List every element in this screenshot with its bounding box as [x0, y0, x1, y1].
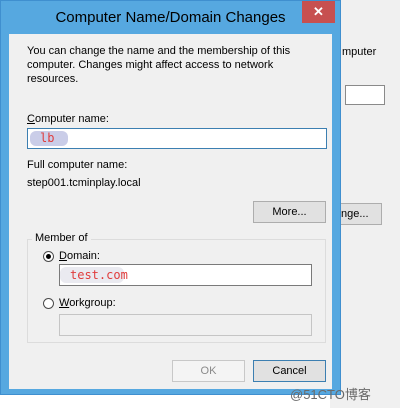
computer-name-value: lb: [40, 131, 55, 145]
computer-name-label: Computer name:: [27, 113, 109, 125]
full-computer-name-label: Full computer name:: [27, 159, 128, 171]
background-window-text: mputer: [342, 46, 377, 58]
workgroup-radio[interactable]: [43, 298, 54, 309]
computer-name-input[interactable]: lb: [27, 128, 327, 149]
domain-value: test.com: [70, 268, 128, 282]
dialog-title: Computer Name/Domain Changes: [55, 9, 286, 26]
more-button[interactable]: More...: [253, 201, 326, 223]
domain-radio[interactable]: [43, 251, 54, 262]
dialog-body: You can change the name and the membersh…: [9, 34, 332, 389]
domain-input[interactable]: test.com: [59, 264, 312, 286]
background-window-input[interactable]: [345, 85, 385, 105]
workgroup-input[interactable]: [59, 314, 312, 336]
close-icon: ✕: [313, 4, 324, 19]
title-bar: Computer Name/Domain Changes ✕: [1, 1, 340, 35]
full-computer-name-value: step001.tcminplay.local: [27, 177, 141, 189]
ok-button[interactable]: OK: [172, 360, 245, 382]
watermark-text: @51CTO博客: [290, 387, 371, 402]
computer-name-dialog: Computer Name/Domain Changes ✕ You can c…: [0, 0, 341, 395]
domain-label: Domain:: [59, 250, 100, 262]
workgroup-label: Workgroup:: [59, 297, 116, 309]
cancel-button[interactable]: Cancel: [253, 360, 326, 382]
close-button[interactable]: ✕: [302, 1, 335, 23]
description-text: You can change the name and the membersh…: [27, 45, 291, 85]
member-of-legend: Member of: [32, 232, 91, 244]
